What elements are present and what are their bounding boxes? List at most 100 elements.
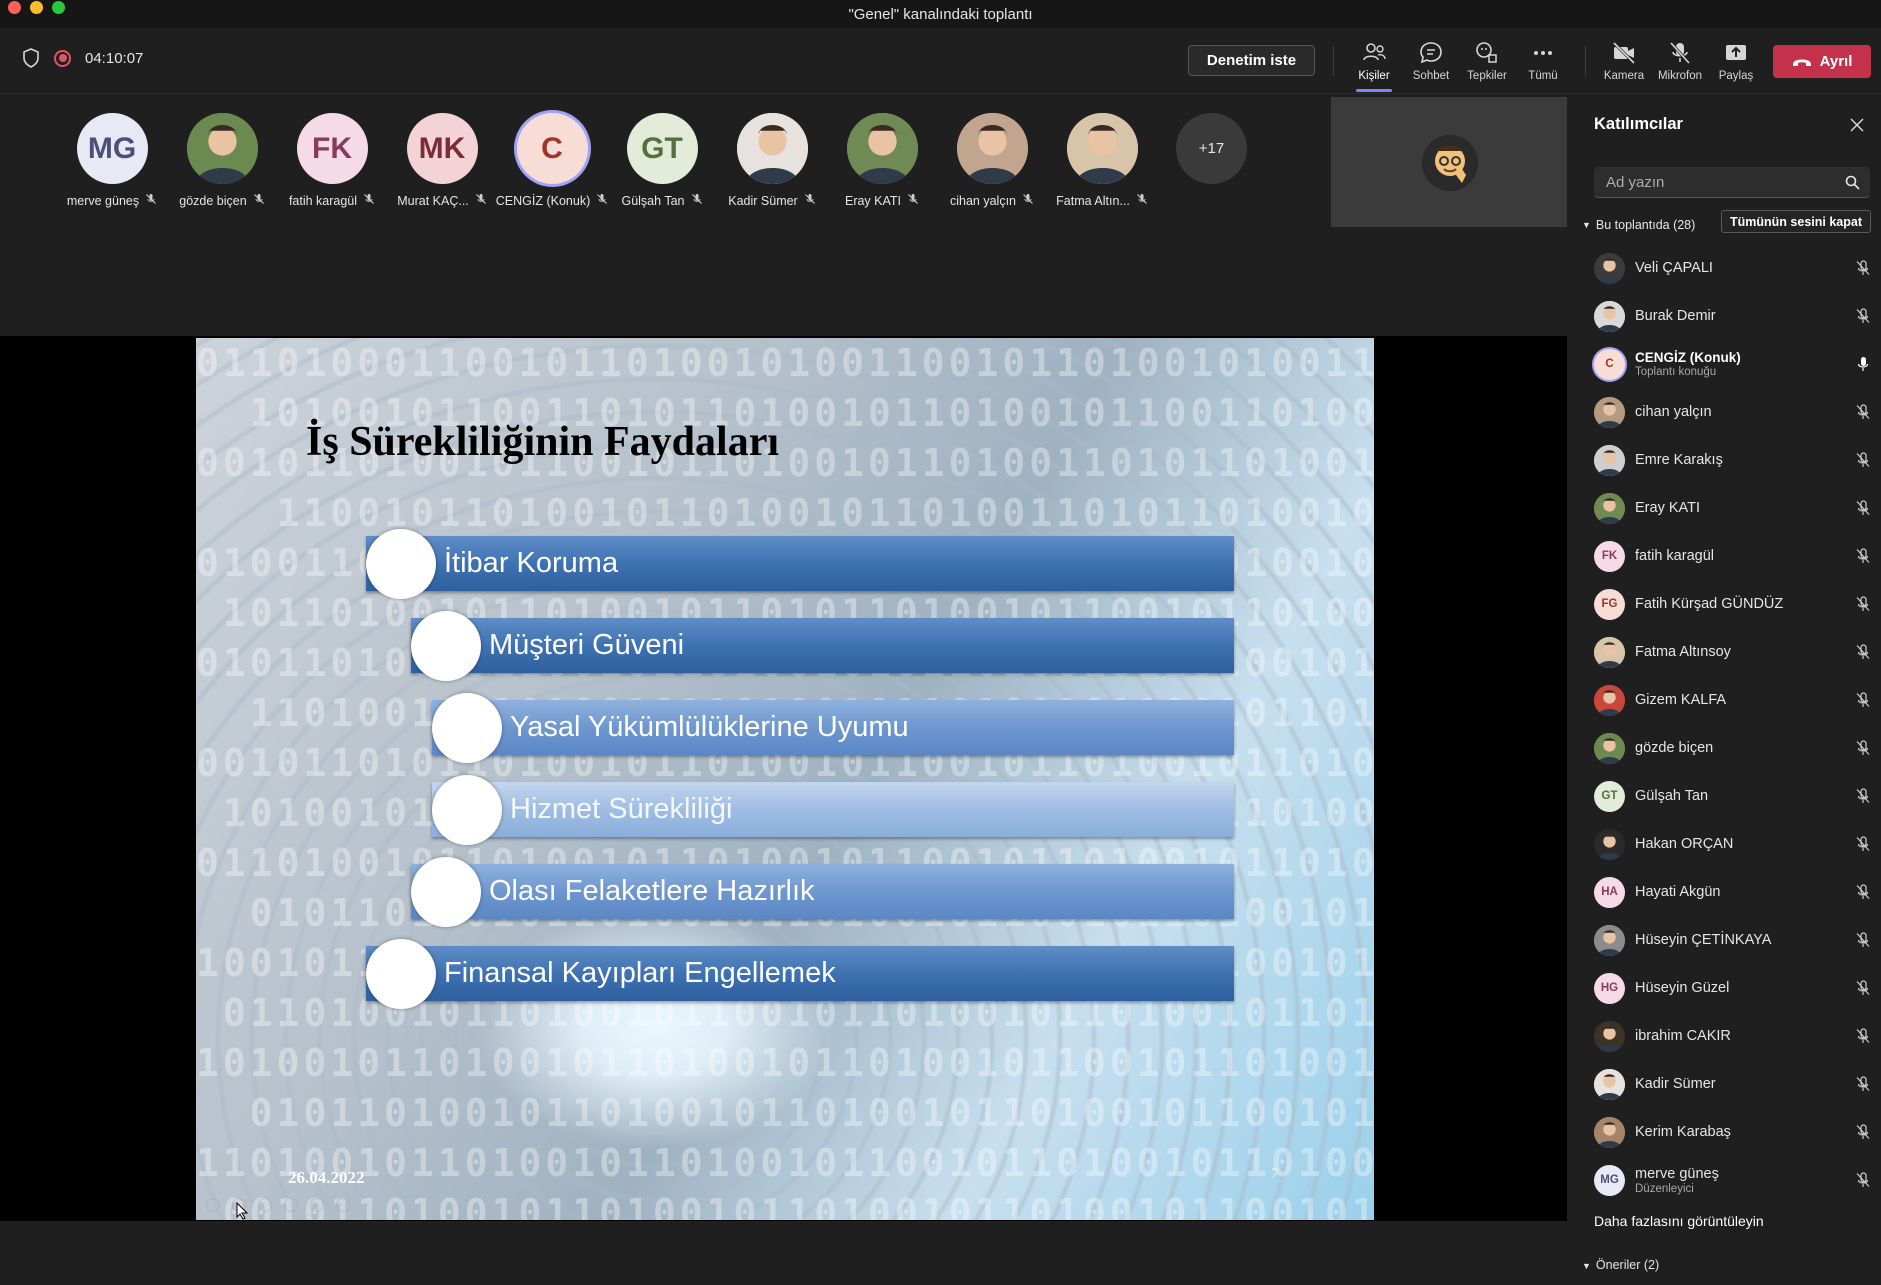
participant-tile[interactable]: Eray KATI [827,113,937,208]
slide-bullet-text: İtibar Koruma [444,547,619,579]
microphone-button[interactable]: Mikrofon [1652,40,1708,88]
participant-list-item[interactable]: GT Gülşah Tan [1576,772,1881,820]
avatar [846,113,918,184]
request-control-button[interactable]: Denetim iste [1188,45,1315,76]
participant-list-item[interactable]: cihan yalçın [1576,388,1881,436]
participant-list-item[interactable]: Fatma Altınsoy [1576,628,1881,676]
chevron-down-icon: ▼ [1582,220,1591,230]
participant-name-row: Gülşah Tan [607,193,717,208]
minimize-window-button[interactable] [30,1,43,14]
mic-off-icon[interactable] [1855,404,1871,420]
participant-list-item[interactable]: MG merve güneş Düzenleyici [1576,1156,1881,1204]
participant-list-item[interactable]: HG Hüseyin Güzel [1576,964,1881,1012]
participant-text: Hüseyin ÇETİNKAYA [1635,932,1771,948]
more-actions-button[interactable]: Tümü [1515,40,1571,88]
mic-off-icon[interactable] [1855,1172,1871,1188]
participant-tile[interactable]: cihan yalçın [937,113,1047,208]
participant-name: Emre Karakış [1635,452,1723,468]
mic-off-icon[interactable] [1855,1076,1871,1092]
people-button[interactable]: Kişiler [1346,40,1402,92]
participant-list-item[interactable]: Eray KATI [1576,484,1881,532]
mic-off-icon[interactable] [1855,500,1871,516]
mic-off-icon [145,193,157,208]
mic-off-icon[interactable] [1855,596,1871,612]
mic-off-icon[interactable] [1855,980,1871,996]
slide-navigation-controls[interactable] [206,1198,350,1212]
more-participants-button[interactable]: +17 [1176,113,1247,184]
participant-name: Hakan ORÇAN [1635,836,1734,852]
participant-tile[interactable]: gözde biçen [167,113,277,208]
participant-search-input[interactable]: Ad yazın [1594,167,1870,198]
mic-off-icon[interactable] [1855,1124,1871,1140]
participant-list-item[interactable]: ibrahim CAKIR [1576,1012,1881,1060]
mic-off-icon[interactable] [1855,308,1871,324]
mic-off-icon[interactable] [1855,260,1871,276]
participant-list-item[interactable]: Burak Demir [1576,292,1881,340]
mic-off-icon[interactable] [1855,788,1871,804]
participant-list-item[interactable]: Gizem KALFA [1576,676,1881,724]
reactions-button[interactable]: Tepkiler [1459,40,1515,88]
participant-tile[interactable]: Fatma Altın... [1047,113,1157,208]
mic-off-icon[interactable] [1855,740,1871,756]
bullet-circle [432,775,502,845]
participant-list-item[interactable]: Hakan ORÇAN [1576,820,1881,868]
participant-tile[interactable]: FK fatih karagül [277,113,387,208]
participant-list-item[interactable]: FG Fatih Kürşad GÜNDÜZ [1576,580,1881,628]
avatar [1594,636,1625,668]
self-video-preview[interactable] [1331,97,1567,227]
mic-off-icon[interactable] [1855,1028,1871,1044]
mic-off-icon[interactable] [1855,452,1871,468]
camera-button[interactable]: Kamera [1596,40,1652,88]
binary-background: 0110100011001011010010100110010110100101… [196,341,1374,1220]
participant-list-item[interactable]: HA Hayati Akgün [1576,868,1881,916]
view-more-link[interactable]: Daha fazlasını görüntüleyin [1594,1213,1764,1229]
participant-tile[interactable]: MG merve güneş [57,113,167,208]
zoom-icon[interactable] [310,1198,324,1212]
participant-list-item[interactable]: Emre Karakış [1576,436,1881,484]
participant-text: Veli ÇAPALI [1635,260,1713,276]
slide-bullet-text: Müşteri Güveni [489,629,685,661]
bullet-circle [411,611,481,681]
participant-tile[interactable]: Kadir Sümer [717,113,827,208]
participant-list-item[interactable]: Kerim Karabaş [1576,1108,1881,1156]
participant-name: CENGİZ (Konuk) [495,193,591,208]
mic-off-icon[interactable] [1855,932,1871,948]
meeting-toolbar: 04:10:07 Denetim iste Kişiler Sohbet Tep… [0,28,1881,94]
mic-off-icon[interactable] [1855,836,1871,852]
mic-off-icon [804,193,816,208]
avatar [1066,113,1138,184]
mute-all-button[interactable]: Tümünün sesini kapat [1721,210,1871,233]
mic-off-icon[interactable] [1855,692,1871,708]
chat-button[interactable]: Sohbet [1403,40,1459,88]
people-label: Kişiler [1358,70,1390,82]
close-icon[interactable] [1849,117,1865,133]
participant-list-item[interactable]: C CENGİZ (Konuk) Toplantı konuğu [1576,340,1881,388]
participant-tile[interactable]: GT Gülşah Tan [607,113,717,208]
participant-name-row: Fatma Altın... [1047,193,1157,208]
participant-tile[interactable]: C CENGİZ (Konuk) [495,113,608,208]
maximize-window-button[interactable] [52,1,65,14]
mic-off-icon[interactable] [1855,548,1871,564]
pen-icon[interactable] [258,1198,272,1212]
leave-button[interactable]: Ayrıl [1773,45,1871,78]
view-icon[interactable] [284,1198,298,1212]
mic-off-icon[interactable] [1855,884,1871,900]
participant-name-row: gözde biçen [167,193,277,208]
participant-tile[interactable]: MK Murat KAÇ... [387,113,497,208]
close-window-button[interactable] [8,1,21,14]
participant-list-item[interactable]: gözde biçen [1576,724,1881,772]
shared-content-stage: 0110100011001011010010100110010110100101… [0,336,1567,1221]
more-icon[interactable] [336,1198,350,1212]
avatar: FK [296,113,368,184]
participant-list-item[interactable]: Kadir Sümer [1576,1060,1881,1108]
participant-list-item[interactable]: Hüseyin ÇETİNKAYA [1576,916,1881,964]
participant-list-item[interactable]: Veli ÇAPALI [1576,244,1881,292]
share-button[interactable]: Paylaş [1708,40,1764,88]
participant-text: Fatma Altınsoy [1635,644,1731,660]
participant-list-item[interactable]: FK fatih karagül [1576,532,1881,580]
avatar: HG [1594,972,1625,1004]
prev-slide-icon[interactable] [206,1198,220,1212]
suggestions-section-toggle[interactable]: ▼ Öneriler (2) [1582,1258,1659,1272]
mic-off-icon[interactable] [1855,644,1871,660]
mic-on-icon[interactable] [1855,356,1871,372]
